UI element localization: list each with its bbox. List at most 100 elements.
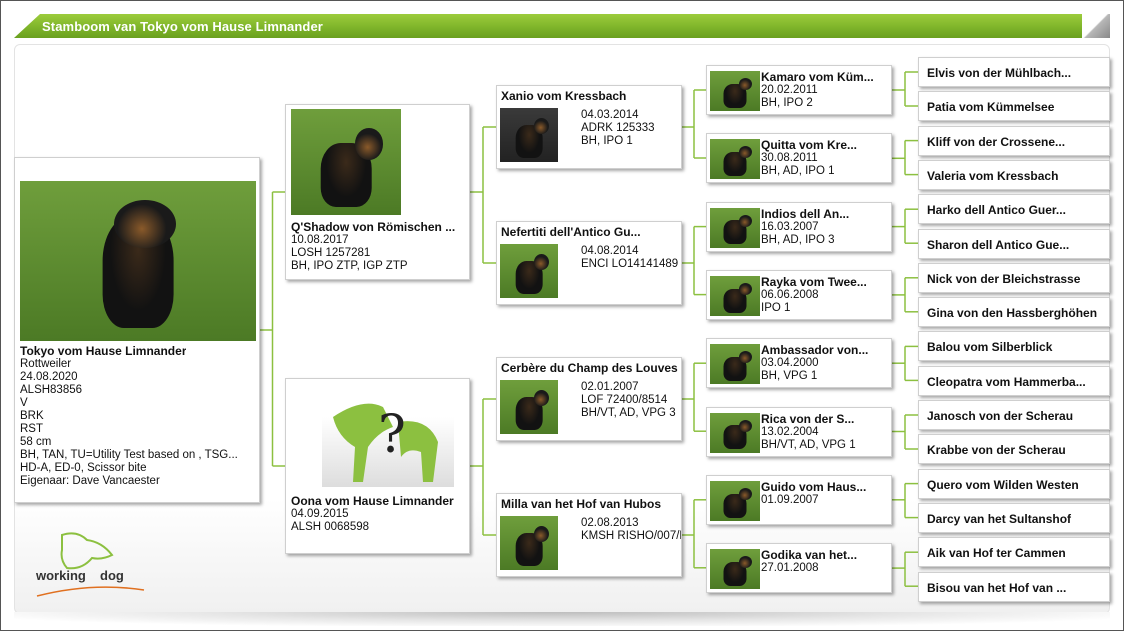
grandparent-details: 02.08.2013 KMSH RISHO/007/N	[581, 517, 681, 543]
subject-details: Rottweiler 24.08.2020 ALSH83856 V BRK RST 58 c…	[20, 358, 238, 488]
great-grandparent-card[interactable]: Rica von der S... 13.02.2004 BH/VT, AD, VP…	[706, 406, 892, 457]
detail-line: BH, AD, IPO 1	[761, 165, 835, 178]
grandparent-details: 04.08.2014 ENCI LO14141489	[581, 245, 678, 271]
ancestor-name: Krabbe von der Scherau	[927, 443, 1066, 458]
detail-line: 06.06.2008	[761, 288, 819, 301]
detail-line: BH, AD, IPO 3	[761, 233, 835, 246]
ancestor-card[interactable]: Bisou van het Hof van ...	[918, 571, 1110, 602]
ancestor-card[interactable]: Kliff von der Crossene...	[918, 125, 1110, 156]
ancestor-name: Elvis von der Mühlbach...	[927, 66, 1072, 80]
detail-line: 30.08.2011	[761, 152, 818, 165]
ancestor-card[interactable]: Janosch von der Scherau	[918, 400, 1110, 430]
ancestor-card[interactable]: Valeria vom Kressbach	[918, 159, 1110, 190]
sire-name: Q'Shadow von Römischen ...	[291, 220, 456, 234]
ancestor-name: Valeria vom Kressbach	[927, 168, 1059, 183]
detail-line: 16.03.2007	[761, 220, 819, 233]
great-grandparent-details: 30.08.2011 BH, AD, IPO 1	[761, 152, 835, 178]
detail-line: 02.08.2013	[581, 517, 639, 529]
great-grandparent-card[interactable]: Rayka vom Twee... 06.06.2008 IPO 1	[706, 269, 892, 320]
subject-card[interactable]: Tokyo vom Hause Limnander Rottweiler 24.0…	[14, 157, 260, 503]
great-grandparent-photo	[710, 549, 760, 590]
ancestor-name: Darcy van het Sultanshof	[927, 511, 1072, 526]
ancestor-name: Balou vom Silberblick	[927, 340, 1053, 355]
logo-dog-icon	[36, 532, 145, 597]
detail-line: BH/VT, AD, VPG 3	[581, 407, 676, 419]
ancestor-card[interactable]: Sharon dell Antico Gue...	[918, 228, 1110, 259]
great-grandparent-details: 01.09.2007	[761, 494, 819, 507]
great-grandparent-photo	[710, 71, 760, 111]
subject-detail-line: RST	[20, 423, 43, 435]
grandparent-name: Xanio vom Kressbach	[501, 89, 627, 103]
detail-line: BH/VT, AD, VPG 1	[761, 438, 856, 451]
working-dog-logo: working dog	[32, 530, 152, 600]
logo-word-working: working	[36, 568, 86, 583]
grandparent-name: Cerbère du Champ des Louves	[501, 361, 678, 375]
ancestor-card[interactable]: Darcy van het Sultanshof	[918, 502, 1110, 533]
great-grandparent-photo	[710, 480, 760, 521]
ancestor-card[interactable]: Aik van Hof ter Cammen	[918, 537, 1110, 568]
ancestor-card[interactable]: Gina von den Hassberghöhen	[918, 297, 1110, 328]
great-grandparent-card[interactable]: Quitta vom Kre... 30.08.2011 BH, AD, IPO 1	[706, 133, 892, 184]
ancestor-card[interactable]: Harko dell Antico Guer...	[918, 194, 1110, 225]
dam-card[interactable]: ? Oona vom Hause Limnander 04.09.2015 ALS…	[285, 378, 470, 554]
ancestor-name: Cleopatra vom Hammerba...	[927, 374, 1086, 389]
great-grandparent-card[interactable]: Guido vom Haus... 01.09.2007	[706, 474, 892, 525]
logo-word-dog: dog	[100, 568, 124, 583]
ancestor-card[interactable]: Nick von der Bleichstrasse	[918, 262, 1110, 293]
detail-line: 03.04.2000	[761, 357, 819, 370]
great-grandparent-details: 16.03.2007 BH, AD, IPO 3	[761, 221, 835, 247]
grandparent-card[interactable]: Milla van het Hof van Hubos 02.08.2013 KMS…	[496, 493, 682, 577]
subject-detail-line: Eigenaar: Dave Vancaester	[20, 475, 160, 487]
great-grandparent-name: Guido vom Haus...	[761, 479, 867, 494]
great-grandparent-card[interactable]: Ambassador von... 03.04.2000 BH, VPG 1	[706, 338, 892, 389]
subject-detail-line: V	[20, 397, 28, 409]
detail-line: 04.08.2014	[581, 245, 639, 257]
great-grandparent-details: 13.02.2004 BH/VT, AD, VPG 1	[761, 426, 856, 452]
great-grandparent-name: Quitta vom Kre...	[761, 138, 858, 153]
subject-detail-line: ALSH83856	[20, 384, 83, 396]
great-grandparent-name: Godika van het...	[761, 548, 858, 563]
grandparent-photo	[500, 516, 558, 570]
grandparent-details: 02.01.2007 LOF 72400/8514 BH/VT, AD, VPG …	[581, 381, 676, 420]
great-grandparent-name: Rayka vom Twee...	[761, 274, 867, 289]
sire-card[interactable]: Q'Shadow von Römischen ... 10.08.2017 LO…	[285, 104, 470, 280]
great-grandparent-details: 27.01.2008	[761, 562, 819, 575]
grandparent-name: Milla van het Hof van Hubos	[501, 497, 662, 511]
subject-detail-line: Rottweiler	[20, 358, 72, 370]
ancestor-card[interactable]: Cleopatra vom Hammerba...	[918, 365, 1110, 396]
ancestor-name: Aik van Hof ter Cammen	[927, 546, 1066, 561]
detail-line: LOSH 1257281	[291, 247, 371, 259]
ancestor-name: Sharon dell Antico Gue...	[927, 237, 1070, 252]
great-grandparent-card[interactable]: Kamaro vom Küm... 20.02.2011 BH, IPO 2	[706, 65, 892, 115]
grandparent-photo	[500, 108, 558, 162]
ancestor-card[interactable]: Quero vom Wilden Westen	[918, 468, 1110, 499]
subject-detail-line: 24.08.2020	[20, 371, 78, 383]
great-grandparent-name: Kamaro vom Küm...	[761, 70, 874, 84]
subject-photo	[20, 181, 256, 341]
grandparent-card[interactable]: Nefertiti dell'Antico Gu... 04.08.2014 ENC…	[496, 221, 682, 305]
svg-text:?: ?	[378, 405, 406, 465]
ancestor-card[interactable]: Balou vom Silberblick	[918, 331, 1110, 362]
grandparent-card[interactable]: Xanio vom Kressbach 04.03.2014 ADRK 125333…	[496, 85, 682, 169]
detail-line: 20.02.2011	[761, 84, 818, 96]
subject-detail-line: BRK	[20, 410, 44, 422]
grandparent-photo	[500, 244, 558, 298]
great-grandparent-card[interactable]: Godika van het... 27.01.2008	[706, 543, 892, 594]
ancestor-name: Patia vom Kümmelsee	[927, 100, 1055, 115]
detail-line: 02.01.2007	[581, 381, 639, 393]
ancestor-card[interactable]: Elvis von der Mühlbach...	[918, 57, 1110, 87]
great-grandparent-photo	[710, 275, 760, 316]
grandparent-card[interactable]: Cerbère du Champ des Louves 02.01.2007 LO…	[496, 357, 682, 441]
great-grandparent-name: Indios dell An...	[761, 206, 850, 221]
grandparent-photo	[500, 380, 558, 434]
detail-line: 04.09.2015	[291, 508, 349, 520]
detail-line: 04.03.2014	[581, 109, 639, 121]
great-grandparent-details: 06.06.2008 IPO 1	[761, 289, 819, 315]
no-photo-placeholder: ?	[322, 387, 454, 487]
great-grandparent-name: Rica von der S...	[761, 411, 855, 426]
sire-details: 10.08.2017 LOSH 1257281 BH, IPO ZTP, IGP …	[291, 234, 408, 273]
detail-line: ALSH 0068598	[291, 521, 370, 533]
great-grandparent-card[interactable]: Indios dell An... 16.03.2007 BH, AD, IPO 3	[706, 201, 892, 252]
ancestor-card[interactable]: Patia vom Kümmelsee	[918, 91, 1110, 122]
ancestor-card[interactable]: Krabbe von der Scherau	[918, 434, 1110, 465]
